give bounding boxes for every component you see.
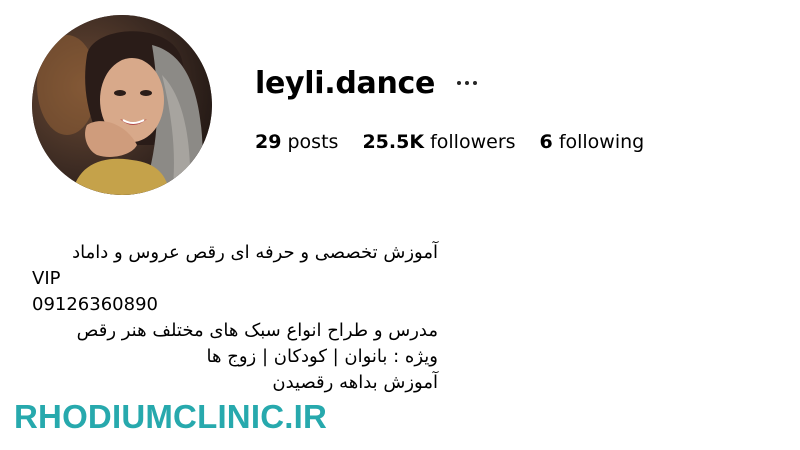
bio-line: مدرس و طراح انواع سبک های مختلف هنر رقص (76, 320, 438, 341)
bio-line: ویژه : بانوان | کودکان | زوج ها (206, 346, 438, 367)
followers-stat[interactable]: 25.5K followers (362, 131, 515, 153)
bio-line: VIP (32, 268, 61, 289)
username[interactable]: leyli.dance (255, 66, 435, 101)
followers-count: 25.5K (362, 131, 425, 153)
watermark-text: RHODIUMCLINIC.IR (14, 398, 328, 435)
profile-bio: آموزش تخصصی و حرفه ای رقص عروس و داماد V… (32, 240, 452, 396)
avatar-image (32, 15, 212, 195)
following-stat[interactable]: 6 following (540, 131, 645, 153)
bio-phone[interactable]: 09126360890 (32, 292, 452, 318)
profile-avatar[interactable] (32, 15, 212, 195)
profile-page: leyli.dance 29 posts 25.5K followers 6 f… (0, 0, 800, 450)
profile-stats: 29 posts 25.5K followers 6 following (255, 131, 644, 153)
posts-count: 29 (255, 131, 282, 153)
following-count: 6 (539, 131, 553, 153)
bio-line: آموزش بداهه رقصیدن (272, 372, 438, 393)
more-horizontal-icon[interactable] (457, 73, 478, 93)
bio-line: آموزش تخصصی و حرفه ای رقص عروس و داماد (72, 242, 438, 263)
profile-header: leyli.dance (255, 62, 478, 104)
following-label: following (558, 131, 645, 153)
followers-label: followers (430, 131, 516, 153)
posts-stat[interactable]: 29 posts (255, 131, 338, 153)
posts-label: posts (287, 131, 339, 153)
